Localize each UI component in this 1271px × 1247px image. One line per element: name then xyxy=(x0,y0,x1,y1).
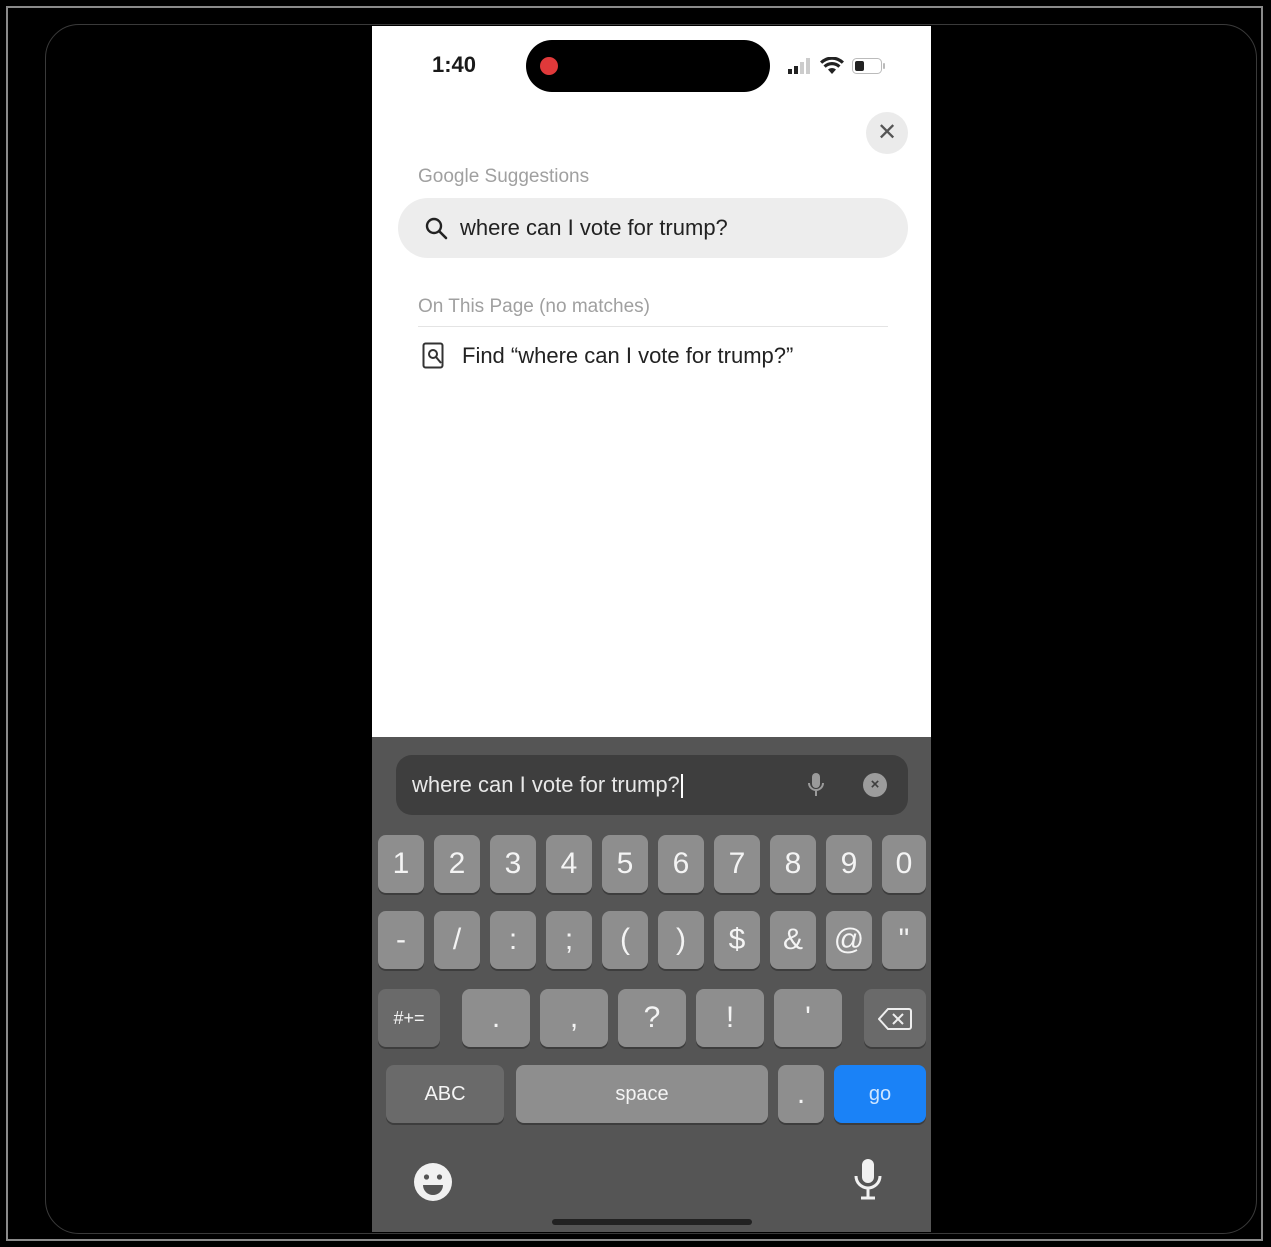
key-3[interactable]: 3 xyxy=(490,835,536,893)
address-input[interactable]: where can I vote for trump? × xyxy=(396,755,908,815)
key-8[interactable]: 8 xyxy=(770,835,816,893)
key-hyphen[interactable]: - xyxy=(378,911,424,969)
google-suggestions-header: Google Suggestions xyxy=(418,166,590,187)
search-icon xyxy=(425,217,448,240)
dictation-mic-icon[interactable] xyxy=(806,771,826,799)
dynamic-island xyxy=(526,40,770,92)
wifi-icon xyxy=(820,57,844,74)
key-at[interactable]: @ xyxy=(826,911,872,969)
key-more-symbols[interactable]: #+= xyxy=(378,989,440,1047)
google-suggestion-item[interactable]: where can I vote for trump? xyxy=(398,198,908,258)
close-button[interactable]: ✕ xyxy=(866,112,908,154)
key-abc[interactable]: ABC xyxy=(386,1065,504,1123)
key-open-paren[interactable]: ( xyxy=(602,911,648,969)
section-divider xyxy=(418,326,888,327)
address-input-value: where can I vote for trump? xyxy=(412,772,683,799)
key-exclamation[interactable]: ! xyxy=(696,989,764,1047)
key-9[interactable]: 9 xyxy=(826,835,872,893)
key-2[interactable]: 2 xyxy=(434,835,480,893)
recording-indicator-icon xyxy=(540,57,558,75)
find-on-page-item[interactable]: Find “where can I vote for trump?” xyxy=(422,342,793,370)
home-indicator[interactable] xyxy=(552,1219,752,1225)
key-period[interactable]: . xyxy=(462,989,530,1047)
emoji-icon[interactable] xyxy=(412,1161,454,1203)
keyboard: where can I vote for trump? × 1 2 3 4 5 … xyxy=(372,737,931,1232)
status-icons xyxy=(788,54,886,78)
key-close-paren[interactable]: ) xyxy=(658,911,704,969)
key-question[interactable]: ? xyxy=(618,989,686,1047)
key-apostrophe[interactable]: ' xyxy=(774,989,842,1047)
key-4[interactable]: 4 xyxy=(546,835,592,893)
key-backspace[interactable] xyxy=(864,989,926,1047)
on-this-page-header: On This Page (no matches) xyxy=(418,296,650,317)
backspace-icon xyxy=(877,1008,912,1031)
key-comma[interactable]: , xyxy=(540,989,608,1047)
key-quote[interactable]: " xyxy=(882,911,926,969)
find-in-page-icon xyxy=(422,342,444,369)
status-time: 1:40 xyxy=(432,52,477,77)
key-space[interactable]: space xyxy=(516,1065,768,1123)
dictation-key-mic-icon[interactable] xyxy=(852,1157,884,1203)
key-colon[interactable]: : xyxy=(490,911,536,969)
key-5[interactable]: 5 xyxy=(602,835,648,893)
battery-icon xyxy=(852,58,885,74)
cellular-signal-icon xyxy=(788,58,810,74)
phone-screen: 1:40 ✕ Google Suggestions where can I vo… xyxy=(372,26,931,1232)
key-period-bottom[interactable]: . xyxy=(778,1065,824,1123)
suggestion-text: where can I vote for trump? xyxy=(460,215,728,240)
key-slash[interactable]: / xyxy=(434,911,480,969)
key-semicolon[interactable]: ; xyxy=(546,911,592,969)
key-1[interactable]: 1 xyxy=(378,835,424,893)
key-dollar[interactable]: $ xyxy=(714,911,760,969)
key-7[interactable]: 7 xyxy=(714,835,760,893)
key-6[interactable]: 6 xyxy=(658,835,704,893)
go-button[interactable]: go xyxy=(834,1065,926,1123)
key-0[interactable]: 0 xyxy=(882,835,926,893)
text-caret xyxy=(680,774,683,799)
find-text: Find “where can I vote for trump?” xyxy=(462,343,794,368)
key-ampersand[interactable]: & xyxy=(770,911,816,969)
clear-text-button[interactable]: × xyxy=(863,773,887,797)
